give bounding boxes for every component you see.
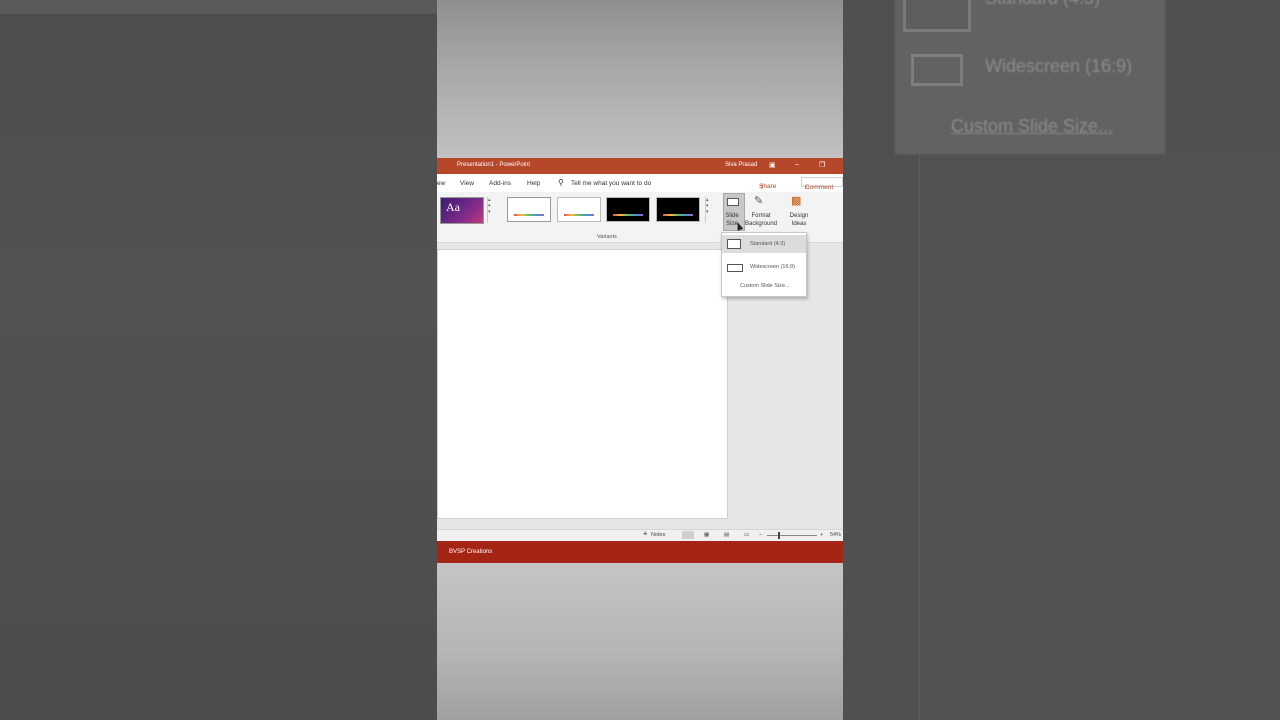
minimize-icon[interactable]: – (795, 161, 799, 168)
zoomed-widescreen-icon (911, 54, 963, 86)
standard-option[interactable]: Standard (4:3) (722, 235, 806, 253)
theme-thumbnail[interactable]: Aa (440, 197, 484, 224)
tell-me-box[interactable]: Tell me what you want to do (571, 180, 651, 187)
frame-bottom (437, 563, 843, 720)
video-frame: Presentation1 - PowerPoint Siva Prasad ▣… (437, 0, 843, 720)
title-bar: Presentation1 - PowerPoint Siva Prasad ▣… (437, 158, 843, 174)
widescreen-option-label: Widescreen (16:9) (750, 264, 795, 270)
theme-aa-text: Aa (446, 200, 460, 214)
channel-caption: BVSP Creations (449, 549, 493, 555)
tab-help[interactable]: Help (527, 180, 540, 187)
variants-scroll-arrows[interactable]: ▴ ▾ ▾ (705, 197, 712, 223)
background-left (0, 0, 437, 720)
standard-option-label: Standard (4:3) (750, 241, 786, 247)
restore-icon[interactable]: ❐ (819, 161, 825, 169)
variant-4-colors (663, 214, 693, 216)
ribbon-tabs: ew View Add-ins Help ⚲ Tell me what you … (437, 174, 843, 192)
zoomed-standard-icon (903, 0, 971, 32)
notes-icon[interactable]: ≜ (643, 532, 648, 538)
tab-add-ins[interactable]: Add-ins (489, 180, 511, 187)
variant-3-colors (613, 214, 643, 216)
user-name[interactable]: Siva Prasad (725, 162, 757, 168)
caption-bar: BVSP Creations (437, 541, 843, 563)
reading-view-icon[interactable]: ▤ (724, 532, 729, 538)
share-label: Share (759, 183, 777, 190)
tab-review[interactable]: ew (437, 180, 445, 187)
design-ideas-button[interactable]: Design Ideas (785, 212, 813, 228)
powerpoint-window: Presentation1 - PowerPoint Siva Prasad ▣… (437, 158, 843, 563)
slideshow-icon[interactable]: ▭ (744, 532, 749, 538)
normal-view-icon[interactable] (682, 531, 694, 539)
zoom-in-icon[interactable]: + (820, 532, 823, 538)
zoom-slider[interactable] (767, 535, 817, 536)
zoom-slider-thumb[interactable] (778, 532, 780, 539)
variant-2-colors (564, 214, 594, 216)
variant-1[interactable] (507, 197, 551, 222)
zoomed-widescreen-label: Widescreen (16:9) (985, 56, 1133, 76)
variant-3[interactable] (606, 197, 650, 222)
standard-slide-icon (727, 239, 741, 249)
format-background-button[interactable]: Format Background (745, 212, 777, 228)
slide-sorter-icon[interactable]: ▦ (704, 532, 709, 538)
zoom-level[interactable]: 54% (830, 532, 841, 538)
widescreen-option[interactable]: Widescreen (16:9) (722, 258, 806, 276)
format-background-icon[interactable]: ✎ (754, 194, 763, 207)
theme-color-bar (446, 217, 476, 219)
variant-1-colors (514, 214, 544, 216)
zoomed-standard-label: Standard (4:3) (985, 0, 1100, 9)
search-icon[interactable]: ⚲ (558, 178, 564, 187)
design-ideas-icon[interactable]: ▩ (791, 194, 801, 207)
variant-2[interactable] (557, 197, 601, 222)
slide-canvas[interactable] (437, 249, 728, 519)
custom-slide-size-option[interactable]: Custom Slide Size... (740, 283, 790, 289)
background-right-zoomed: Standard (4:3) Widescreen (16:9) Custom … (843, 0, 1280, 720)
comments-button[interactable]: □ Comment (801, 177, 843, 191)
variants-group-label: Variants (597, 234, 617, 240)
window-title: Presentation1 - PowerPoint (457, 162, 531, 168)
zoom-out-icon[interactable]: – (759, 532, 762, 538)
notes-button[interactable]: Notes (651, 532, 665, 538)
ribbon-display-icon[interactable]: ▣ (769, 161, 776, 169)
slide-size-dropdown: Standard (4:3) Widescreen (16:9) Custom … (721, 232, 807, 297)
zoomed-custom-label: Custom Slide Size... (951, 116, 1114, 136)
slide-size-icon (727, 198, 739, 206)
tab-view[interactable]: View (460, 180, 474, 187)
variant-4[interactable] (656, 197, 700, 222)
themes-scroll-arrows[interactable]: ▴ ▾ ▾ (487, 197, 494, 223)
comments-label: Comment (805, 184, 834, 191)
zoomed-panel (919, 150, 1280, 720)
widescreen-slide-icon (727, 264, 743, 272)
